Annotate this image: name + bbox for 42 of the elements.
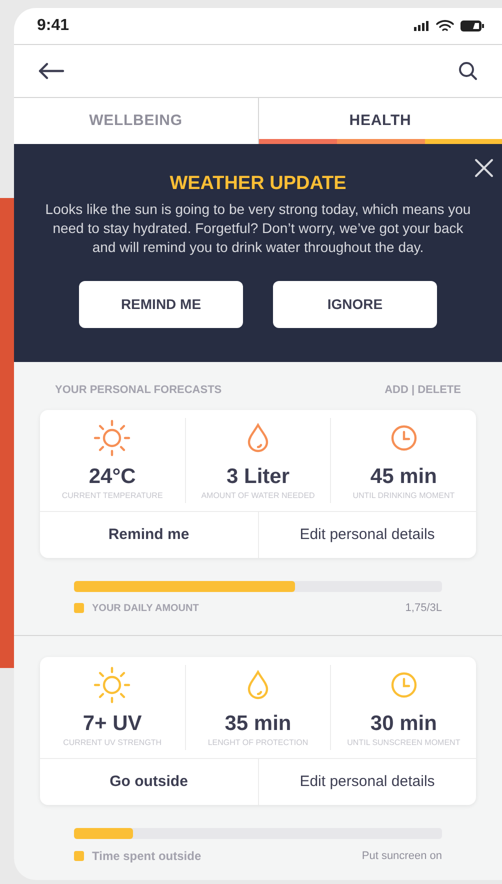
back-arrow-icon [37, 62, 65, 80]
stat-caption: CURRENT TEMPERATURE [62, 490, 163, 502]
stat-caption: UNTIL SUNSCREEN MOMENT [347, 737, 460, 749]
progress-reading: 1,75/3L [405, 601, 442, 616]
clock-icon [390, 424, 418, 452]
card-action-button[interactable]: Edit personal details [258, 759, 476, 805]
section-title: YOUR PERSONAL FORECASTS [55, 383, 222, 398]
stat-value: 30 min [370, 711, 437, 737]
banner-button[interactable]: IGNORE [273, 281, 437, 328]
sun-icon [93, 666, 132, 704]
legend-swatch-icon [74, 603, 84, 614]
stat-caption: CURRENT UV STRENGTH [63, 737, 162, 749]
sun-icon [93, 419, 132, 457]
banner-message: Looks like the sun is going to be very strong today, which means you need to stay hydrated. Forgetful? Don’t worry, we’ve got your back and will remind you to drink water throughout the day. [44, 200, 472, 257]
battery-icon [460, 20, 484, 32]
banner-button[interactable]: REMIND ME [79, 281, 243, 328]
signal-icon [414, 21, 430, 31]
stat-value: 45 min [370, 464, 437, 490]
water-drop-icon [246, 670, 270, 700]
stat-caption: AMOUNT OF WATER NEEDED [201, 490, 315, 502]
card-action-button[interactable]: Go outside [40, 759, 258, 805]
stat-value: 35 min [224, 711, 292, 737]
progress-reading: Put suncreen on [362, 848, 442, 864]
wifi-icon [435, 19, 455, 33]
search-icon [458, 61, 478, 81]
stat-caption: UNTIL DRINKING MOMENT [352, 490, 455, 502]
stat-value: 24°C [88, 464, 136, 490]
stat-value: 3 Liter [226, 464, 290, 490]
legend-swatch-icon [74, 851, 84, 861]
stat-value: 7+ UV [82, 711, 142, 737]
banner-title: WEATHER UPDATE [170, 172, 346, 196]
stat-caption: LENGHT OF PROTECTION [208, 737, 308, 749]
progress-label: YOUR DAILY AMOUNT [92, 602, 199, 616]
close-icon [474, 158, 494, 178]
search-button[interactable] [456, 59, 480, 83]
status-time: 9:41 [37, 16, 70, 36]
card-action-button[interactable]: Remind me [40, 512, 258, 558]
water-drop-icon [246, 423, 270, 453]
progress-label: Time spent outside [92, 848, 202, 865]
clock-icon [390, 671, 418, 699]
close-button[interactable] [472, 156, 496, 180]
card-action-button[interactable]: Edit personal details [258, 512, 476, 558]
